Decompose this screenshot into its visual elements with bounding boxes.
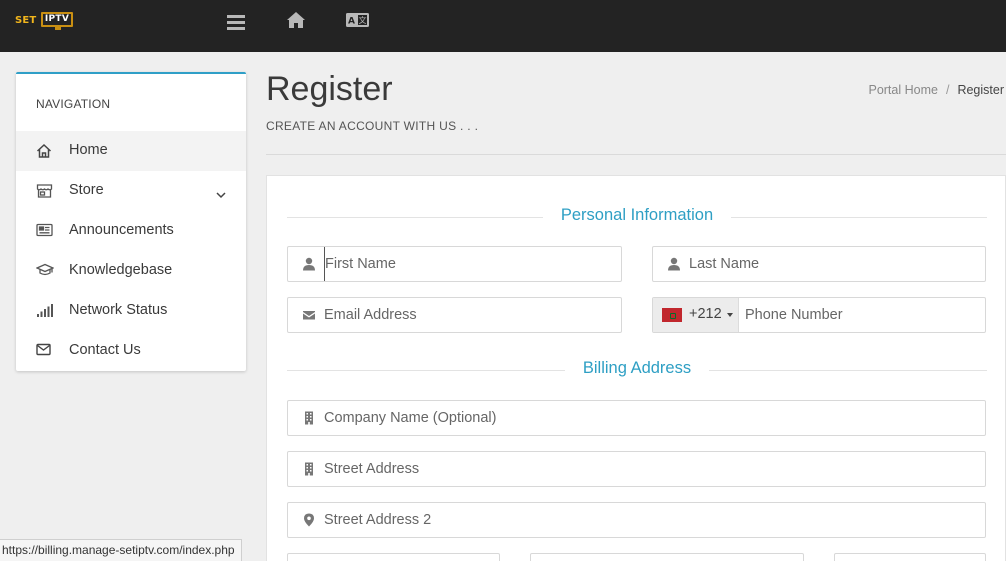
country-code-select[interactable]: +212 <box>653 298 739 332</box>
home-icon[interactable] <box>286 11 306 34</box>
sidebar-item-store[interactable]: Store <box>16 171 246 211</box>
home-icon <box>36 143 52 159</box>
first-name-field[interactable] <box>287 246 622 282</box>
building-icon <box>302 462 316 476</box>
logo[interactable]: SET IPTV <box>15 11 76 32</box>
signal-icon <box>36 303 53 319</box>
breadcrumb-current: Register <box>957 83 1004 97</box>
newspaper-icon <box>36 223 53 239</box>
phone-field[interactable]: +212 <box>652 297 986 333</box>
browser-status-url: https://billing.manage-setiptv.com/index… <box>0 539 242 561</box>
state-field[interactable] <box>530 553 804 561</box>
street-address-input[interactable] <box>324 452 977 486</box>
personal-information-heading: Personal Information <box>287 206 987 228</box>
sidebar-item-home[interactable]: Home <box>16 131 246 171</box>
morocco-flag-icon <box>662 308 682 322</box>
register-form-card: Personal Information +212 Billing Addres… <box>266 175 1006 561</box>
svg-text:A: A <box>348 17 355 27</box>
envelope-icon <box>36 343 52 359</box>
user-icon <box>302 257 316 271</box>
logo-text-set: SET <box>15 15 37 26</box>
sidebar-navigation-panel: NAVIGATION Home Store Announcements Know… <box>16 72 246 371</box>
user-icon <box>667 257 681 271</box>
sidebar-item-announcements[interactable]: Announcements <box>16 211 246 251</box>
company-name-input[interactable] <box>324 401 977 435</box>
street-address-field[interactable] <box>287 451 986 487</box>
sidebar-title: NAVIGATION <box>36 97 111 111</box>
sidebar-item-label: Knowledgebase <box>69 262 173 278</box>
store-icon <box>36 183 53 199</box>
sidebar-item-label: Store <box>69 182 104 198</box>
logo-stand <box>55 27 61 30</box>
phone-number-input[interactable] <box>745 298 977 332</box>
header-divider <box>266 154 1006 155</box>
last-name-field[interactable] <box>652 246 986 282</box>
first-name-input[interactable] <box>324 247 613 281</box>
sidebar-nav-list: Home Store Announcements Knowledgebase N… <box>16 131 246 371</box>
building-icon <box>302 411 316 425</box>
section-title: Personal Information <box>542 206 732 224</box>
street-address-2-input[interactable] <box>324 503 977 537</box>
street-address-2-field[interactable] <box>287 502 986 538</box>
city-field[interactable] <box>287 553 500 561</box>
sidebar-item-knowledgebase[interactable]: Knowledgebase <box>16 251 246 291</box>
logo-text-iptv: IPTV <box>41 12 73 27</box>
section-title: Billing Address <box>564 359 710 377</box>
sidebar-item-label: Network Status <box>69 302 168 318</box>
page-subtitle: CREATE AN ACCOUNT WITH US . . . <box>266 119 479 133</box>
last-name-input[interactable] <box>689 247 977 281</box>
envelope-icon <box>302 308 316 322</box>
email-input[interactable] <box>324 298 613 332</box>
menu-icon[interactable] <box>227 14 245 36</box>
breadcrumb-separator: / <box>945 83 950 97</box>
chevron-down-icon[interactable] <box>216 186 226 204</box>
top-navbar: SET IPTV A 文 <box>0 0 1006 52</box>
svg-text:文: 文 <box>359 15 367 25</box>
sidebar-item-label: Announcements <box>69 222 174 238</box>
sidebar-item-label: Contact Us <box>69 342 141 358</box>
map-marker-icon <box>302 513 316 527</box>
postcode-field[interactable] <box>834 553 986 561</box>
caret-down-icon <box>727 313 733 317</box>
sidebar-item-network-status[interactable]: Network Status <box>16 291 246 331</box>
country-code-value: +212 <box>689 306 722 322</box>
billing-address-heading: Billing Address <box>287 359 987 381</box>
company-name-field[interactable] <box>287 400 986 436</box>
breadcrumb: Portal Home / Register <box>868 83 1004 97</box>
language-icon[interactable]: A 文 <box>346 13 369 32</box>
email-field[interactable] <box>287 297 622 333</box>
graduation-cap-icon <box>35 263 55 279</box>
sidebar-item-label: Home <box>69 142 108 158</box>
breadcrumb-link-portal-home[interactable]: Portal Home <box>868 83 937 97</box>
sidebar-item-contact-us[interactable]: Contact Us <box>16 331 246 371</box>
page-title: Register <box>266 70 393 108</box>
